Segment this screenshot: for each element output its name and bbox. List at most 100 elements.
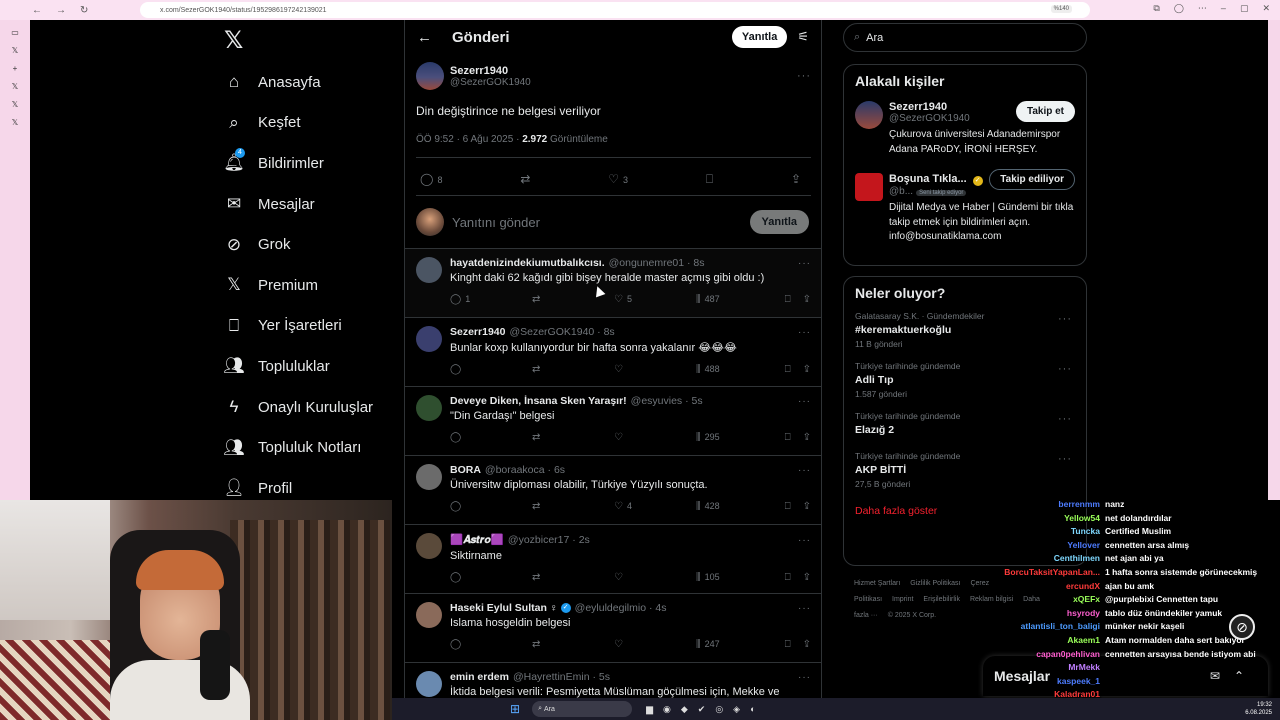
reply-author[interactable]: BORA [450, 464, 481, 476]
reply-handle[interactable]: @SezerGOK1940 · 8s [509, 326, 614, 338]
minimize-icon[interactable]: – [1221, 3, 1226, 14]
reply-action[interactable]: ◯ [450, 501, 532, 512]
avatar[interactable] [416, 326, 442, 352]
bookmark-icon[interactable]: ⎕ [785, 639, 791, 650]
following-button[interactable]: Takip ediliyor [989, 169, 1075, 190]
reply-handle[interactable]: @boraakoca · 6s [485, 464, 565, 476]
x-logo-icon[interactable]: 𝕏 [224, 26, 243, 55]
app-icon[interactable]: ◆ [681, 704, 688, 715]
like-action[interactable]: ♡ 3 [608, 172, 628, 187]
more-icon[interactable]: ··· [798, 535, 811, 546]
bookmark-icon[interactable]: ⎕ [785, 364, 791, 375]
author-name[interactable]: Sezerr1940 [450, 65, 531, 77]
reply-tweet[interactable]: Deveye Diken, İnsana Sken Yaraşır! @esyuv… [405, 387, 821, 456]
back-arrow-icon[interactable]: ← [417, 29, 432, 46]
app-icon[interactable]: ◈ [733, 704, 740, 715]
new-tab-icon[interactable]: + [10, 64, 20, 74]
reply-tweet[interactable]: Haseki Eylul Sultan ♀ ✓ @eyluldegilmio · 4… [405, 594, 821, 663]
more-icon[interactable]: ··· [1058, 363, 1072, 375]
close-icon[interactable]: ✕ [1262, 3, 1270, 14]
browser-icon[interactable]: ◐ [750, 704, 755, 715]
avatar[interactable] [416, 533, 442, 559]
avatar[interactable] [855, 101, 883, 129]
repost-action[interactable]: ⇄ [532, 432, 614, 443]
address-bar[interactable]: x.com/SezerGOK1940/status/19529861972421… [140, 2, 1090, 18]
views-action[interactable]: ⫼ 247 [696, 639, 778, 650]
repost-action[interactable]: ⇄ [532, 639, 614, 650]
reply-tweet[interactable]: 🟪𝑨𝒔𝒕𝒓𝒐🟪 @yozbicer17 · 2s ··· Siktirname ◯ ⇄ ♡ ⫼… [405, 525, 821, 594]
maximize-icon[interactable]: ▢ [1240, 3, 1249, 14]
scrollbar[interactable] [1268, 20, 1280, 500]
avatar[interactable] [416, 395, 442, 421]
taskbar-clock[interactable]: 19:32 6.08.2025 [1245, 701, 1272, 717]
reply-handle[interactable]: @yozbicer17 · 2s [508, 534, 590, 546]
back-icon[interactable]: ← [32, 5, 42, 16]
extensions-icon[interactable]: ⧉ [1153, 3, 1159, 14]
author-handle[interactable]: @SezerGOK1940 [450, 77, 531, 88]
trend-item[interactable]: Türkiye tarihinde gündemde Adli Tıp 1.587 … [844, 355, 1086, 405]
like-action[interactable]: ♡ [614, 639, 696, 650]
windows-start-icon[interactable]: ⊞ [510, 702, 520, 716]
share-icon[interactable]: ⇪ [803, 501, 811, 512]
views-action[interactable]: ⫼ 487 [696, 294, 778, 305]
footer-link[interactable]: Imprint [892, 596, 913, 603]
reply-author[interactable]: 🟪𝑨𝒔𝒕𝒓𝒐🟪 [450, 533, 504, 547]
trend-item[interactable]: Türkiye tarihinde gündemde AKP BİTTİ 27,5 … [844, 445, 1086, 495]
views-action[interactable]: ⫼ 105 [696, 572, 778, 583]
reply-author[interactable]: Sezerr1940 [450, 326, 505, 338]
reply-input[interactable]: Yanıtını gönder [452, 215, 540, 230]
share-icon[interactable]: ⇪ [803, 294, 811, 305]
filter-icon[interactable]: ⚟ [797, 29, 809, 45]
nav-item-4[interactable]: ✉ Mesajlar [224, 184, 373, 225]
more-icon[interactable]: ··· [1058, 413, 1072, 425]
reply-handle[interactable]: @HayrettinEmin · 5s [513, 671, 610, 683]
avatar[interactable] [416, 602, 442, 628]
nav-item-2[interactable]: ⌕ Keşfet [224, 103, 373, 144]
repost-icon[interactable]: ⇄ [520, 172, 530, 187]
more-icon[interactable]: ··· [797, 70, 811, 82]
reply-handle[interactable]: @esyuvies · 5s [631, 395, 703, 407]
avatar[interactable] [416, 671, 442, 697]
more-icon[interactable]: ··· [1058, 313, 1072, 325]
more-icon[interactable]: ··· [798, 465, 811, 476]
search-input[interactable]: ⌕ Ara [843, 23, 1087, 52]
app-icon[interactable]: ✔ [698, 704, 706, 715]
share-icon[interactable]: ⇪ [803, 639, 811, 650]
tab-icon[interactable]: 𝕏 [10, 118, 20, 128]
reply-author[interactable]: hayatdenizindekiumutbalıkcısı. [450, 257, 605, 269]
bookmark-icon[interactable]: ⎕ [785, 572, 791, 583]
nav-item-5[interactable]: ⊘ Grok [224, 224, 373, 265]
more-icon[interactable]: ··· [798, 603, 811, 614]
reply-action[interactable]: ◯ [450, 572, 532, 583]
avatar[interactable] [416, 464, 442, 490]
more-icon[interactable]: ··· [798, 672, 811, 683]
avatar[interactable] [416, 62, 444, 90]
tweet-time[interactable]: ÖÖ 9:52 · 6 Ağu 2025 · [416, 134, 522, 145]
repost-action[interactable]: ⇄ [532, 364, 614, 375]
more-icon[interactable]: ··· [798, 258, 811, 269]
reply-handle[interactable]: @eyluldegilmio · 4s [575, 602, 667, 614]
views-action[interactable]: ⫼ 488 [696, 364, 778, 375]
repost-action[interactable]: ⇄ [532, 501, 614, 512]
nav-item-10[interactable]: 👥︎ Topluluk Notları [223, 427, 373, 468]
share-icon[interactable]: ⇪ [803, 432, 811, 443]
nav-item-1[interactable]: ⌂ Anasayfa [224, 62, 373, 103]
avatar[interactable] [416, 257, 442, 283]
trend-item[interactable]: Türkiye tarihinde gündemde Elazığ 2 ··· [844, 405, 1086, 445]
tab-icon[interactable]: 𝕏 [10, 82, 20, 92]
tab-icon[interactable]: 𝕏 [10, 100, 20, 110]
tab-icon[interactable]: 𝕏 [10, 46, 20, 56]
reply-action[interactable]: ◯ [450, 432, 532, 443]
trend-item[interactable]: Galatasaray S.K. · Gündemdekiler #keremak… [844, 305, 1086, 355]
tab-icon[interactable]: ▭ [10, 28, 20, 38]
reply-action[interactable]: ◯ [450, 639, 532, 650]
forward-icon[interactable]: → [56, 5, 66, 16]
views-action[interactable]: ⫼ 428 [696, 501, 778, 512]
reload-icon[interactable]: ↻ [80, 5, 88, 16]
grok-icon[interactable]: ⊘ [1229, 614, 1255, 640]
folder-icon[interactable]: ▆ [646, 704, 653, 715]
related-person[interactable]: Boşuna Tıkla... ✓ @b... Seni takip ediyor… [844, 165, 1086, 253]
reply-action[interactable]: ◯ [450, 364, 532, 375]
reply-action[interactable]: ◯ 8 [420, 172, 442, 187]
share-icon[interactable]: ⇪ [791, 172, 801, 187]
